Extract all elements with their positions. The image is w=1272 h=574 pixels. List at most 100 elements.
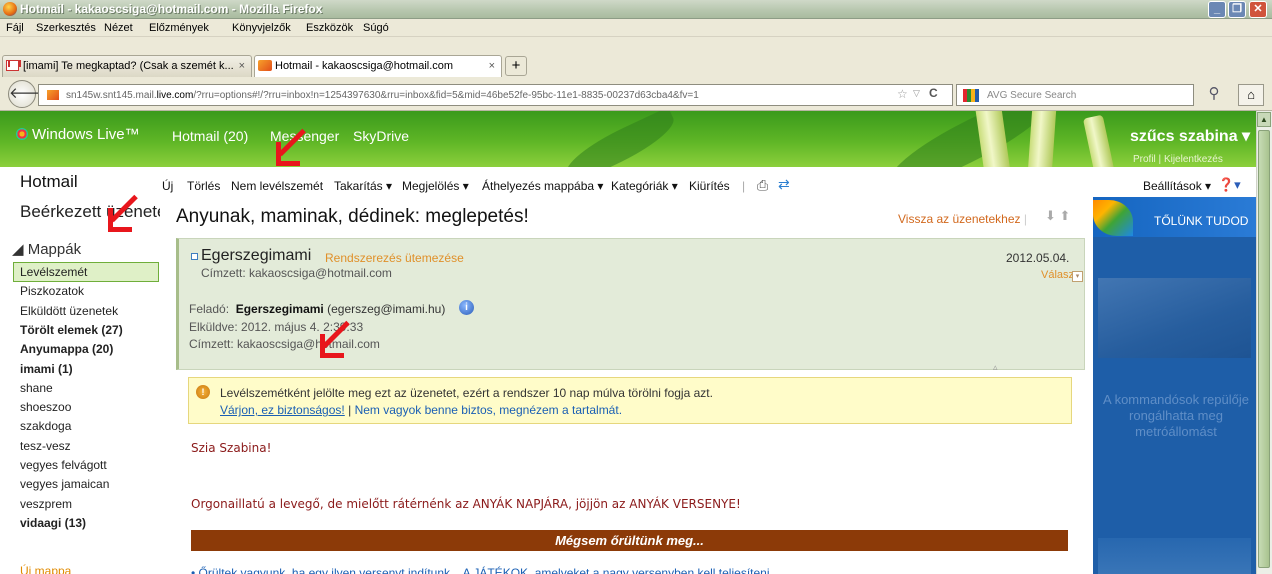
prev-message-icon[interactable]: ⬆ [1060, 208, 1071, 223]
sidebar-folder[interactable]: Elküldött üzenetek [20, 304, 118, 318]
user-name[interactable]: szűcs szabina ▾ [1130, 126, 1250, 146]
reply-dropdown-icon[interactable]: ▾ [1072, 271, 1083, 282]
shield-warning-icon: ! [196, 385, 210, 399]
next-message-icon[interactable]: ⬇ [1045, 208, 1056, 223]
move-to-menu[interactable]: Áthelyezés mappába ▾ [482, 179, 603, 193]
nav-hotmail[interactable]: Hotmail (20) [172, 128, 248, 144]
ad-title[interactable]: TŐLÜNK TUDOD [1154, 214, 1248, 228]
url-text: sn145w.snt145.mail.live.com/?rru=options… [66, 90, 699, 101]
promo-banner: Mégsem őrültünk meg... [191, 530, 1068, 551]
reply-button[interactable]: Válasz [1041, 269, 1074, 281]
recipient-short: Címzett: kakaoscsiga@hotmail.com [201, 266, 392, 280]
sidebar-folder[interactable]: vegyes felvágott [20, 458, 107, 472]
annotation-arrow-icon [320, 320, 352, 362]
tab-label: Hotmail - kakaoscsiga@hotmail.com [275, 60, 454, 72]
maximize-button[interactable]: ❐ [1228, 1, 1246, 18]
tab-imami[interactable]: [imami] Te megkaptad? (Csak a szemét k..… [2, 55, 252, 77]
categories-menu[interactable]: Kategóriák ▾ [611, 179, 678, 193]
toolbar-divider: | [742, 179, 746, 193]
search-icon[interactable]: ⚲ [1196, 84, 1232, 106]
new-folder-link[interactable]: Új mappa [20, 564, 71, 574]
sidebar-folder[interactable]: vidaagi (13) [20, 516, 86, 530]
title-bar: Hotmail - kakaoscsiga@hotmail.com - Mozi… [0, 0, 1272, 19]
search-placeholder: AVG Secure Search [987, 90, 1077, 101]
sidebar-folder[interactable]: shane [20, 381, 53, 395]
butterfly-icon [16, 128, 28, 140]
sidebar-folder[interactable]: Piszkozatok [20, 284, 84, 298]
menu-history[interactable]: Előzmények [149, 22, 209, 34]
scroll-up-icon[interactable]: ▲ [1257, 112, 1271, 127]
app-title[interactable]: Hotmail [20, 172, 78, 192]
sidebar-folder[interactable]: szakdoga [20, 419, 71, 433]
ad-image[interactable] [1098, 278, 1251, 358]
menu-bookmarks[interactable]: Könyvjelzők [232, 22, 291, 34]
info-icon[interactable]: i [459, 300, 474, 315]
url-bar-icons: ☆ ▽ C [893, 84, 953, 106]
bookmark-star-icon[interactable]: ☆ [897, 87, 908, 101]
search-input[interactable]: AVG Secure Search [956, 84, 1194, 106]
schedule-cleanup-link[interactable]: Rendszerezés ütemezése [325, 251, 464, 265]
close-window-button[interactable]: ✕ [1249, 1, 1267, 18]
home-icon[interactable]: ⌂ [1238, 84, 1264, 106]
sidebar-folder[interactable]: Levélszemét [20, 265, 87, 279]
profile-links[interactable]: Profil | Kijelentkezés [1133, 154, 1223, 165]
menu-file[interactable]: Fájl [6, 22, 24, 34]
sidebar-folder[interactable]: Anyumappa (20) [20, 342, 113, 356]
window-title: Hotmail - kakaoscsiga@hotmail.com - Mozi… [20, 2, 323, 16]
sidebar-folder[interactable]: vegyes jamaican [20, 477, 109, 491]
avg-icon [963, 89, 979, 102]
gmail-icon [6, 60, 19, 71]
collapse-header-icon[interactable]: ▵ [993, 362, 998, 373]
sidebar-folder[interactable]: imami (1) [20, 362, 73, 376]
minimize-button[interactable]: _ [1208, 1, 1226, 18]
folders-title[interactable]: ◢ Mappák [12, 240, 81, 258]
sidebar-folder[interactable]: tesz-vesz [20, 439, 71, 453]
ad-image-bottom[interactable] [1098, 538, 1251, 574]
menu-edit[interactable]: Szerkesztés [36, 22, 96, 34]
site-favicon [47, 90, 59, 100]
safe-link[interactable]: Várjon, ez biztonságos! [220, 403, 345, 417]
reload-icon[interactable]: C [929, 86, 938, 100]
tab-close-icon[interactable]: × [489, 60, 495, 72]
menu-help[interactable]: Súgó [363, 22, 389, 34]
tab-close-icon[interactable]: × [239, 60, 245, 72]
annotation-arrow-icon [108, 194, 140, 236]
print-icon[interactable]: ⎙ [757, 177, 768, 194]
settings-menu[interactable]: Beállítások ▾ [1143, 179, 1211, 193]
from-line: Feladó: Egerszegimami (egerszeg@imami.hu… [189, 302, 446, 316]
scrollbar-thumb[interactable] [1258, 130, 1270, 568]
sweep-menu[interactable]: Takarítás ▾ [334, 179, 392, 193]
menu-tools[interactable]: Eszközök [306, 22, 353, 34]
sidebar-folder[interactable]: Törölt elemek (27) [20, 323, 123, 337]
back-button[interactable]: 🡐 [8, 80, 49, 108]
help-icon[interactable]: ❓▾ [1218, 177, 1241, 193]
delete-button[interactable]: Törlés [187, 179, 220, 193]
truncated-body-text: • Őrültek vagyunk, ha egy ilyen versenyt… [191, 566, 780, 574]
menu-bar: Fájl Szerkesztés Nézet Előzmények Könyvj… [0, 19, 1272, 37]
junk-warning-links: Várjon, ez biztonságos! | Nem vagyok ben… [220, 403, 623, 417]
nav-skydrive[interactable]: SkyDrive [353, 128, 409, 144]
intro-paragraph: Orgonaillatú a levegő, de mielőtt rátérn… [191, 497, 741, 511]
sender-name[interactable]: Egerszegimami [201, 247, 311, 265]
sidebar-folder[interactable]: shoeszoo [20, 400, 71, 414]
junk-warning-text: Levélszemétként jelölte meg ezt az üzene… [220, 386, 713, 400]
hotmail-icon [258, 60, 272, 71]
new-button[interactable]: Új [162, 179, 173, 193]
tab-hotmail[interactable]: Hotmail - kakaoscsiga@hotmail.com × [254, 55, 502, 77]
sidebar-folder[interactable]: veszprem [20, 497, 72, 511]
message-nav-arrows[interactable]: ⬇ ⬆ [1045, 208, 1070, 224]
new-tab-button[interactable]: + [505, 56, 527, 76]
sender-status-icon [191, 253, 198, 260]
history-dropdown-icon[interactable]: ▽ [913, 88, 920, 99]
not-junk-button[interactable]: Nem levélszemét [231, 179, 323, 193]
mark-menu[interactable]: Megjelölés ▾ [402, 179, 469, 193]
windows-live-logo[interactable]: Windows Live™ [16, 126, 140, 143]
url-bar[interactable]: sn145w.snt145.mail.live.com/?rru=options… [38, 84, 894, 106]
ad-headline[interactable]: A kommandósok repülője rongálhatta meg m… [1100, 392, 1252, 440]
ad-column [1093, 197, 1256, 574]
refresh-icon[interactable]: ⇄ [778, 176, 790, 193]
unsure-link[interactable]: Nem vagyok benne biztos, megnézem a tart… [355, 403, 622, 417]
empty-button[interactable]: Kiürítés [689, 179, 730, 193]
back-to-messages-link[interactable]: Vissza az üzenetekhez | [898, 212, 1027, 226]
menu-view[interactable]: Nézet [104, 22, 133, 34]
